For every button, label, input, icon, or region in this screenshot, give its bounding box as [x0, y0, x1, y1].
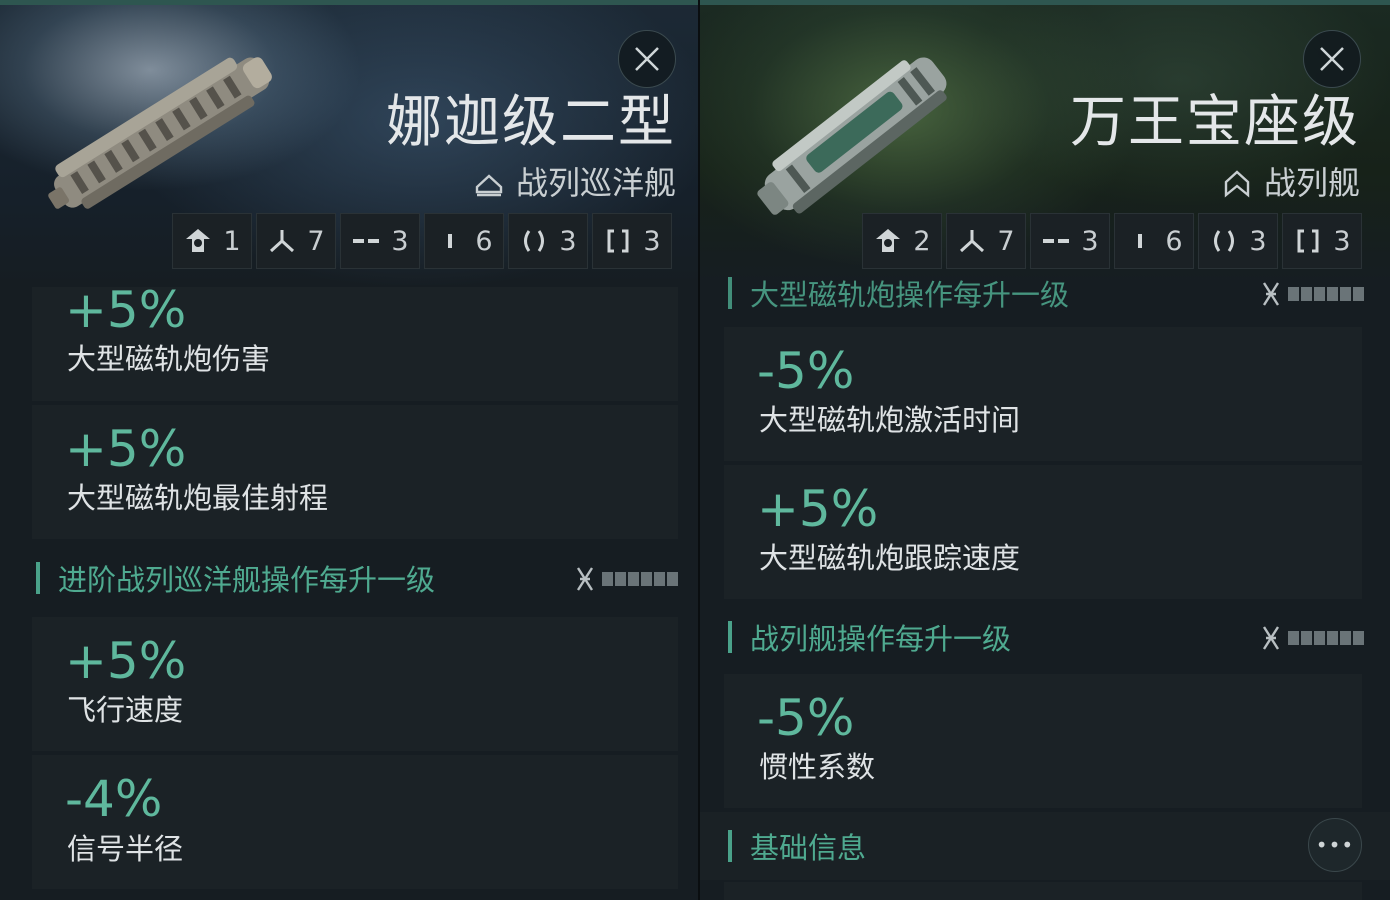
ship-name: 万王宝座级	[1070, 90, 1360, 155]
close-button[interactable]	[1303, 30, 1361, 88]
skill-dna-icon	[576, 567, 594, 591]
bonus-label: 信号半径	[67, 832, 184, 866]
slot-turrets: 7	[256, 213, 336, 269]
right-ship-panel: 万王宝座级 战列舰 2 7 3 6	[700, 0, 1390, 900]
skill-level-pips	[1288, 287, 1364, 301]
section-accent-bar	[728, 830, 732, 862]
left-top-accent	[0, 0, 698, 5]
bonus-value: -5%	[757, 342, 855, 400]
slot-summary-bar: 1 7 3 6 3 3	[172, 213, 672, 269]
section-title: 战列舰操作每升一级	[750, 622, 1012, 656]
bonus-label: 大型磁轨炮最佳射程	[67, 481, 329, 515]
ship-name: 娜迦级二型	[386, 90, 676, 155]
comparison-screen: 娜迦级二型 战列巡洋舰 1 7 3 6 3 3 +5% 大型磁轨炮伤害 +5% …	[0, 0, 1390, 900]
left-ship-image	[48, 57, 272, 209]
skill-dna-icon	[1262, 282, 1280, 306]
more-options-button[interactable]: •••	[1308, 818, 1362, 872]
close-button[interactable]	[618, 30, 676, 88]
slot-value: 7	[307, 225, 325, 257]
bonus-card	[724, 882, 1362, 900]
slot-rig: 3	[592, 213, 672, 269]
bonus-value: +5%	[65, 420, 187, 478]
bonus-label: 大型磁轨炮伤害	[67, 342, 271, 376]
slot-value: 3	[643, 225, 661, 257]
section-accent-bar	[36, 562, 40, 594]
ship-class: 战列巡洋舰	[474, 162, 676, 204]
ship-class-label: 战列舰	[1263, 164, 1360, 202]
skill-level-indicator	[574, 566, 678, 592]
slot-low: 3	[508, 213, 588, 269]
slot-value: 6	[475, 225, 493, 257]
battleship-class-icon	[1224, 170, 1250, 198]
more-options-icon: •••	[1315, 833, 1355, 857]
skill-level-pips	[602, 572, 678, 586]
slot-drones: 1	[172, 213, 252, 269]
bonus-label: 惯性系数	[759, 750, 876, 784]
close-icon	[635, 47, 659, 71]
skill-level-pips	[1288, 631, 1364, 645]
bonus-value: +5%	[757, 480, 879, 538]
high-slot-icon	[353, 239, 380, 243]
info-section-header: 基础信息	[728, 821, 866, 871]
slot-value: 1	[223, 225, 241, 257]
left-ship-panel: 娜迦级二型 战列巡洋舰 1 7 3 6 3 3 +5% 大型磁轨炮伤害 +5% …	[0, 0, 698, 900]
slot-high: 3	[340, 213, 420, 269]
mid-slot-icon	[448, 234, 453, 248]
section-accent-bar	[728, 621, 732, 653]
battlecruiser-class-icon	[475, 174, 503, 197]
rig-slot-icon	[607, 229, 629, 253]
slot-value: 3	[391, 225, 409, 257]
bonus-value: -4%	[65, 770, 163, 828]
right-top-accent	[700, 0, 1390, 5]
ship-class: 战列舰	[1222, 162, 1360, 204]
skill-dna-icon	[1262, 626, 1280, 650]
close-icon	[1320, 47, 1344, 71]
bonus-label: 大型磁轨炮激活时间	[759, 403, 1021, 437]
slot-value: 3	[559, 225, 577, 257]
right-ship-image	[757, 57, 947, 215]
low-slot-icon	[524, 230, 545, 252]
bonus-value: +5%	[65, 632, 187, 690]
drone-bay-icon	[186, 229, 211, 252]
skill-section-header: 进阶战列巡洋舰操作每升一级	[36, 553, 435, 603]
section-title: 基础信息	[750, 831, 867, 865]
section-title: 进阶战列巡洋舰操作每升一级	[58, 563, 436, 597]
slot-bar-mask	[700, 213, 1390, 283]
ship-class-label: 战列巡洋舰	[515, 164, 676, 202]
slot-mid: 6	[424, 213, 504, 269]
turret-hardpoint-icon	[270, 230, 295, 253]
skill-level-indicator	[1260, 281, 1364, 307]
skill-section-header: 战列舰操作每升一级	[728, 612, 1011, 662]
bonus-value: -5%	[757, 689, 855, 747]
bonus-label: 大型磁轨炮跟踪速度	[759, 541, 1021, 575]
bonus-value: +5%	[65, 281, 187, 339]
bonus-label: 飞行速度	[67, 693, 184, 727]
skill-level-indicator	[1260, 625, 1364, 651]
